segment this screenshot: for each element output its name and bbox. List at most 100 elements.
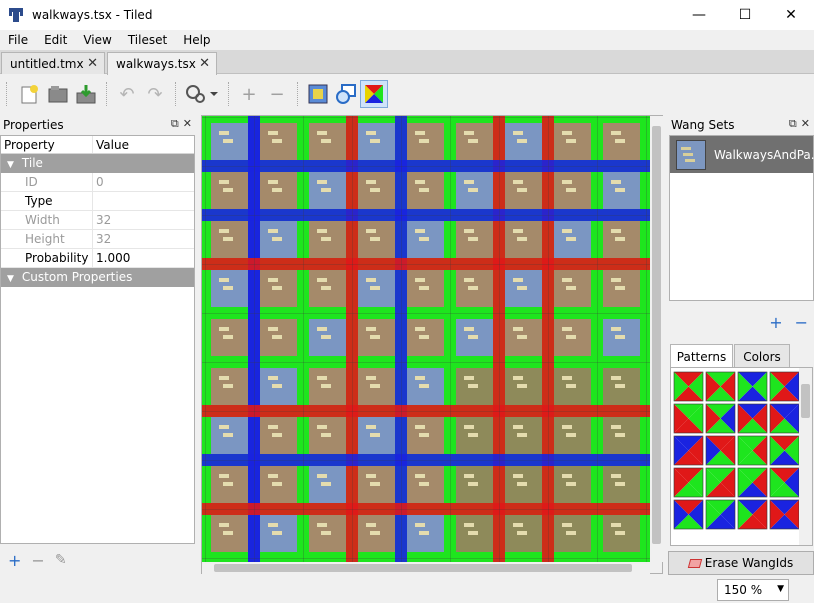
close-button[interactable]: ✕ xyxy=(768,0,814,30)
wang-tile-overlay xyxy=(611,474,621,478)
wang-set-name: WalkwaysAndPa... xyxy=(714,147,814,162)
wang-tile-overlay xyxy=(370,531,380,535)
window-title: walkways.tsx - Tiled xyxy=(32,8,153,22)
property-row-id[interactable]: ID 0 xyxy=(1,173,194,192)
vertical-scrollbar[interactable] xyxy=(650,116,663,562)
erase-wangids-button[interactable]: Erase WangIds xyxy=(668,551,814,575)
wang-set-item[interactable]: WalkwaysAndPa... xyxy=(670,136,814,173)
wang-tile-overlay xyxy=(272,237,282,241)
tab-walkways-tsx[interactable]: walkways.tsx ✕ xyxy=(107,52,217,75)
group-tile[interactable]: ▼ Tile xyxy=(1,154,194,173)
property-row-width[interactable]: Width 32 xyxy=(1,211,194,230)
wang-tile-overlay xyxy=(611,180,621,184)
wang-tile-overlay xyxy=(370,237,380,241)
wang-tile-overlay xyxy=(646,116,647,562)
undo-icon[interactable]: ↶ xyxy=(113,80,141,108)
edit-collision-icon[interactable] xyxy=(332,80,360,108)
wang-tile-overlay xyxy=(202,264,650,265)
wang-tile-overlay xyxy=(370,433,380,437)
tab-label: walkways.tsx xyxy=(116,57,196,71)
wang-tile-overlay xyxy=(268,180,278,184)
wang-tile-overlay xyxy=(223,286,233,290)
wang-tile-overlay xyxy=(202,411,650,412)
wang-tile-overlay xyxy=(321,139,331,143)
close-panel-icon[interactable]: ✕ xyxy=(801,117,810,131)
maximize-button[interactable]: ☐ xyxy=(722,0,768,30)
wang-tile-overlay xyxy=(202,166,650,167)
menu-edit[interactable]: Edit xyxy=(36,33,75,47)
wang-tile-overlay xyxy=(268,278,278,282)
patterns-grid[interactable] xyxy=(671,368,799,545)
wang-tile-overlay xyxy=(450,116,451,562)
remove-wang-set-icon[interactable]: − xyxy=(795,313,808,332)
edit-wang-sets-icon[interactable] xyxy=(360,80,388,108)
float-panel-icon[interactable]: ⧉ xyxy=(171,117,179,131)
minimize-button[interactable]: — xyxy=(676,0,722,30)
patterns-scrollbar[interactable] xyxy=(799,368,812,545)
zoom-select[interactable]: 150 % ▼ xyxy=(717,579,789,601)
wang-patterns-view[interactable] xyxy=(670,367,813,546)
save-icon[interactable] xyxy=(72,80,100,108)
wang-tile-overlay xyxy=(219,180,229,184)
horizontal-scrollbar[interactable] xyxy=(202,562,650,574)
add-tiles-icon[interactable]: + xyxy=(235,80,263,108)
wang-tile-overlay xyxy=(419,237,429,241)
wang-tile-overlay xyxy=(517,286,527,290)
close-tab-icon[interactable]: ✕ xyxy=(199,56,210,71)
tileset-view[interactable] xyxy=(201,115,663,574)
menu-tileset[interactable]: Tileset xyxy=(120,33,175,47)
add-property-icon[interactable]: + xyxy=(8,551,21,570)
remove-property-icon[interactable]: − xyxy=(31,551,44,570)
column-header-value[interactable]: Value xyxy=(93,136,129,153)
wang-tile-overlay xyxy=(468,531,478,535)
wang-tile-overlay xyxy=(219,327,229,331)
property-row-probability[interactable]: Probability 1.000 xyxy=(1,249,194,268)
wang-tile-overlay xyxy=(611,131,621,135)
close-panel-icon[interactable]: ✕ xyxy=(183,117,192,131)
menu-help[interactable]: Help xyxy=(175,33,218,47)
wang-tile-overlay xyxy=(272,384,282,388)
wang-tile-overlay xyxy=(513,229,523,233)
wang-tile-overlay xyxy=(202,362,650,363)
wang-tile-overlay xyxy=(268,474,278,478)
remove-tiles-icon[interactable]: − xyxy=(263,80,291,108)
wang-tile-overlay xyxy=(566,237,576,241)
tab-untitled-tmx[interactable]: untitled.tmx ✕ xyxy=(1,52,105,74)
wang-tile-overlay xyxy=(366,523,376,527)
wang-tile-overlay xyxy=(566,433,576,437)
tileset-properties-icon[interactable] xyxy=(182,80,222,108)
property-row-type[interactable]: Type xyxy=(1,192,194,211)
tab-colors[interactable]: Colors xyxy=(734,344,790,368)
wang-tile-overlay xyxy=(321,286,331,290)
open-icon[interactable] xyxy=(44,80,72,108)
new-tileset-icon[interactable] xyxy=(16,80,44,108)
wang-tile-overlay xyxy=(317,131,327,135)
column-header-property[interactable]: Property xyxy=(1,136,93,153)
wang-sets-title: Wang Sets ⧉ ✕ xyxy=(671,117,810,132)
wang-tile-overlay xyxy=(268,131,278,135)
property-row-height[interactable]: Height 32 xyxy=(1,230,194,249)
float-panel-icon[interactable]: ⧉ xyxy=(789,117,797,131)
wang-tile-overlay xyxy=(611,229,621,233)
wang-tile-overlay xyxy=(513,523,523,527)
wang-tile-overlay xyxy=(268,327,278,331)
wang-tile-overlay xyxy=(303,116,304,562)
tab-patterns[interactable]: Patterns xyxy=(670,344,733,368)
wang-tile-overlay xyxy=(548,116,549,562)
edit-terrain-icon[interactable] xyxy=(304,80,332,108)
wang-tile-overlay xyxy=(517,531,527,535)
add-wang-set-icon[interactable]: + xyxy=(769,313,782,332)
tileset-grid[interactable] xyxy=(202,116,650,562)
edit-property-icon[interactable]: ✎ xyxy=(55,552,67,568)
wang-tile-overlay xyxy=(464,523,474,527)
group-custom-properties[interactable]: ▼ Custom Properties xyxy=(1,268,194,287)
redo-icon[interactable]: ↷ xyxy=(141,80,169,108)
wang-tile-overlay xyxy=(615,384,625,388)
wang-tile-overlay xyxy=(352,116,353,562)
close-tab-icon[interactable]: ✕ xyxy=(87,56,98,71)
menu-view[interactable]: View xyxy=(75,33,119,47)
menu-file[interactable]: File xyxy=(0,33,36,47)
wang-tile-overlay xyxy=(468,188,478,192)
wang-tile-overlay xyxy=(562,474,572,478)
wang-tabs: Patterns Colors xyxy=(670,344,814,368)
